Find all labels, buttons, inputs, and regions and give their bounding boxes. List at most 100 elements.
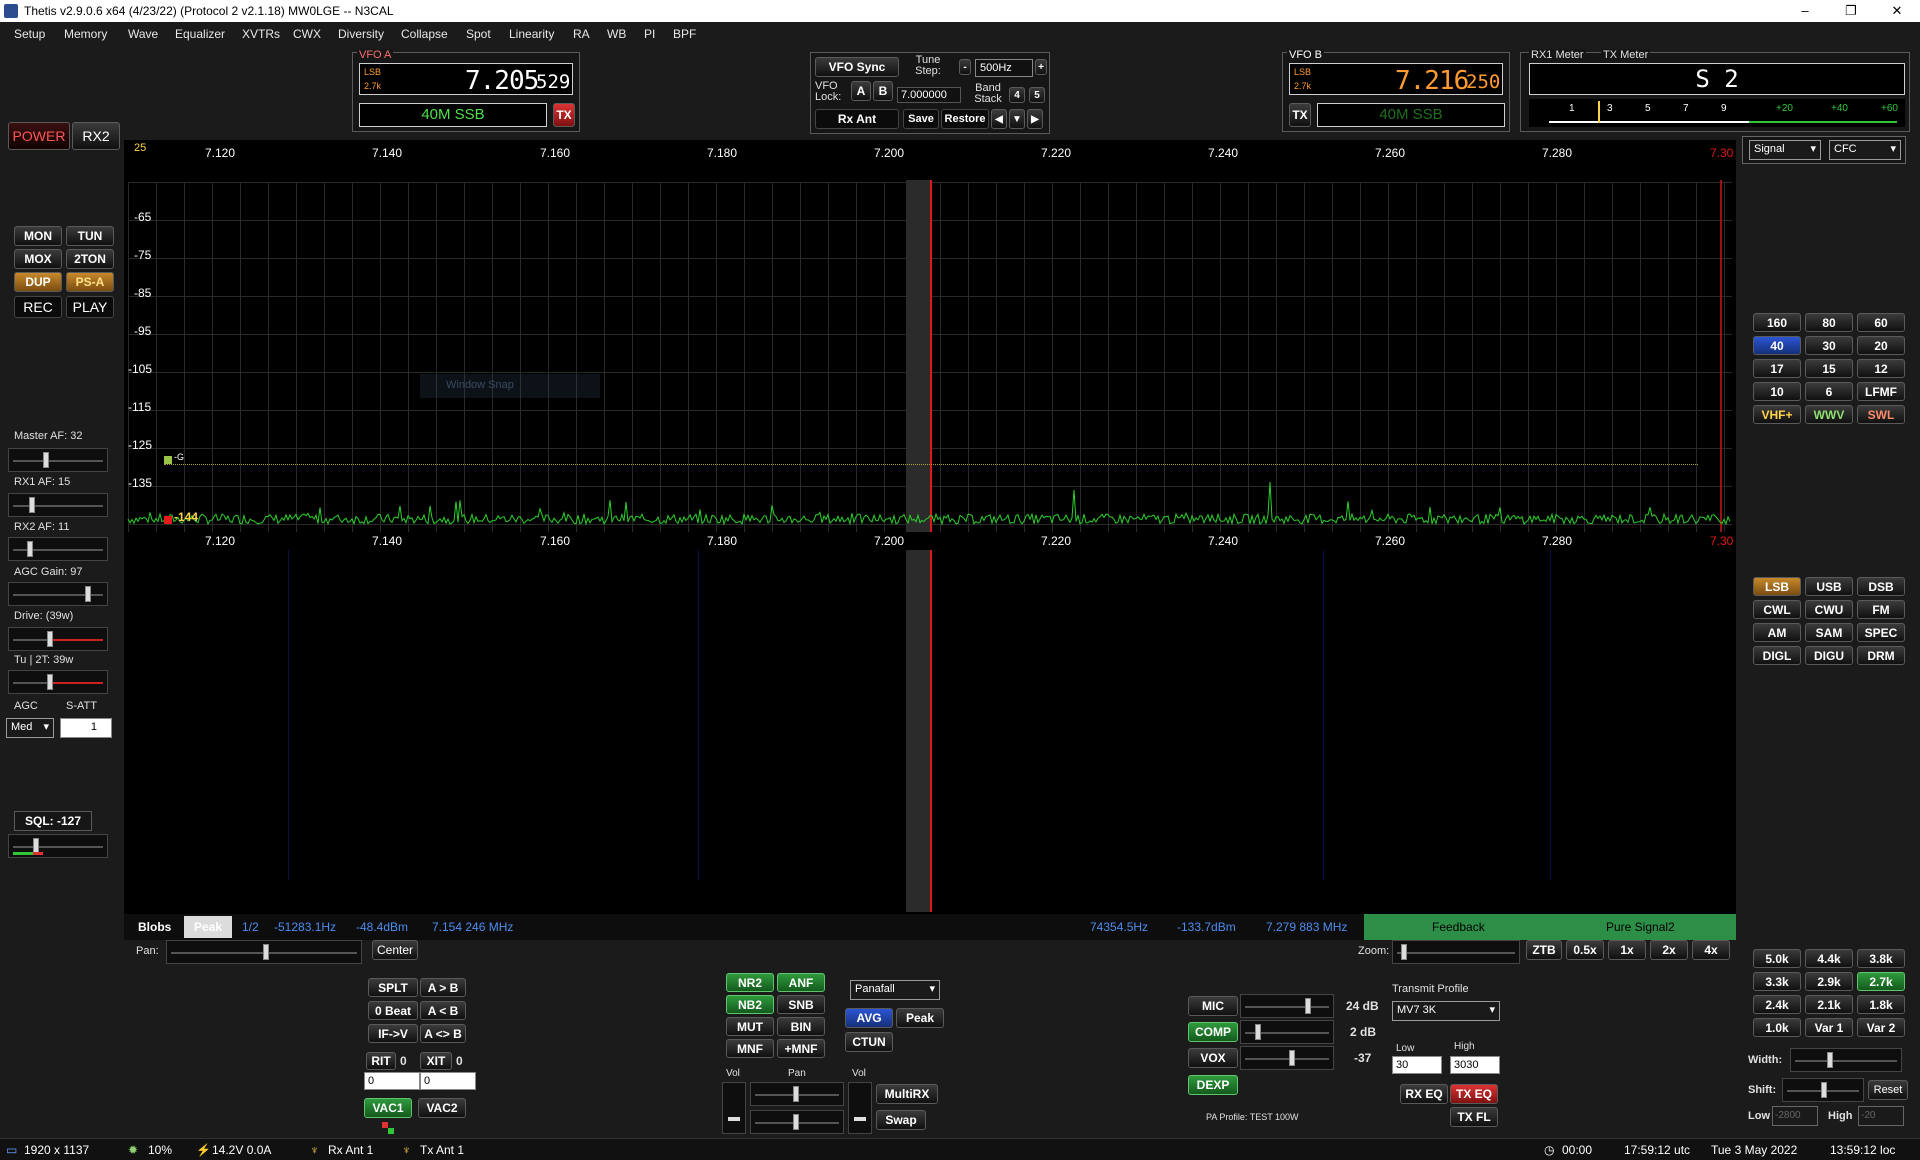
- menu-wb[interactable]: WB: [607, 27, 626, 41]
- tx-high-stepper[interactable]: 3030: [1450, 1056, 1500, 1074]
- nr2-button[interactable]: NR2: [726, 973, 774, 992]
- b-to-a-button[interactable]: A < B: [420, 1001, 466, 1020]
- menu-collapse[interactable]: Collapse: [401, 27, 448, 41]
- tune-step-plus[interactable]: +: [1035, 59, 1047, 75]
- shift-slider[interactable]: [1782, 1078, 1864, 1102]
- filter-1-8k[interactable]: 1.8k: [1857, 995, 1905, 1014]
- mode-lsb[interactable]: LSB: [1753, 577, 1801, 596]
- plus-mnf-button[interactable]: +MNF: [777, 1039, 825, 1058]
- tun-button[interactable]: TUN: [66, 226, 114, 246]
- noise-floor-marker[interactable]: [164, 516, 172, 524]
- filter-5k[interactable]: 5.0k: [1753, 949, 1801, 968]
- width-slider[interactable]: [1790, 1048, 1902, 1072]
- rx-ant-button[interactable]: Rx Ant: [815, 109, 899, 129]
- filter-var1[interactable]: Var 1: [1805, 1018, 1853, 1037]
- band-stack-prev[interactable]: ◀: [991, 109, 1007, 129]
- zoom-4x-button[interactable]: 4x: [1692, 940, 1730, 960]
- close-button[interactable]: ✕: [1874, 0, 1920, 22]
- band-40[interactable]: 40: [1753, 336, 1801, 355]
- peak-button[interactable]: Peak: [896, 1008, 944, 1028]
- dexp-button[interactable]: DEXP: [1188, 1075, 1238, 1095]
- band-wwv[interactable]: WWV: [1805, 405, 1853, 424]
- band-stack-down[interactable]: ▼: [1009, 109, 1025, 129]
- band-17[interactable]: 17: [1753, 359, 1801, 378]
- agc-mode-select[interactable]: Med: [6, 718, 54, 738]
- peak-toggle[interactable]: Peak: [184, 916, 232, 938]
- vfo-a-display[interactable]: LSB 2.7k 7.205 529: [359, 63, 573, 96]
- mnf-button[interactable]: MNF: [726, 1039, 774, 1058]
- xit-stepper[interactable]: 0: [420, 1072, 476, 1090]
- mic-gain-slider[interactable]: [1240, 994, 1334, 1018]
- menu-cwx[interactable]: CWX: [293, 27, 321, 41]
- mode-am[interactable]: AM: [1753, 623, 1801, 642]
- mode-spec[interactable]: SPEC: [1857, 623, 1905, 642]
- two-tone-button[interactable]: 2TON: [66, 249, 114, 269]
- a-to-b-button[interactable]: A > B: [420, 978, 466, 997]
- waterfall[interactable]: [128, 550, 1732, 912]
- band-60[interactable]: 60: [1857, 313, 1905, 332]
- rx2-vol-slider[interactable]: [848, 1082, 872, 1134]
- mox-button[interactable]: MOX: [14, 249, 62, 269]
- filter-high-input[interactable]: -20: [1858, 1106, 1904, 1126]
- mon-button[interactable]: MON: [14, 226, 62, 246]
- mode-drm[interactable]: DRM: [1857, 646, 1905, 665]
- mode-digl[interactable]: DIGL: [1753, 646, 1801, 665]
- rx1-pan-slider[interactable]: [750, 1082, 844, 1106]
- vox-slider[interactable]: [1240, 1046, 1334, 1070]
- band-15[interactable]: 15: [1805, 359, 1853, 378]
- menu-xvtrs[interactable]: XVTRs: [242, 27, 280, 41]
- snb-button[interactable]: SNB: [777, 995, 825, 1014]
- rit-button[interactable]: RIT: [366, 1052, 396, 1070]
- filter-3-3k[interactable]: 3.3k: [1753, 972, 1801, 991]
- filter-2-9k[interactable]: 2.9k: [1805, 972, 1853, 991]
- menu-spot[interactable]: Spot: [466, 27, 491, 41]
- band-stack-next[interactable]: ▶: [1027, 109, 1043, 129]
- filter-4-4k[interactable]: 4.4k: [1805, 949, 1853, 968]
- tx-low-stepper[interactable]: 30: [1392, 1056, 1442, 1074]
- tune-step-value[interactable]: 500Hz: [975, 59, 1033, 77]
- split-button[interactable]: SPLT: [368, 978, 418, 997]
- band-20[interactable]: 20: [1857, 336, 1905, 355]
- zoom-1x-button[interactable]: 1x: [1608, 940, 1646, 960]
- mode-usb[interactable]: USB: [1805, 577, 1853, 596]
- rec-button[interactable]: REC: [14, 296, 62, 318]
- tx-meter-label[interactable]: TX Meter: [1601, 49, 1651, 61]
- rx1-vol-slider[interactable]: [722, 1082, 746, 1134]
- sql-slider[interactable]: [8, 834, 108, 858]
- band-10[interactable]: 10: [1753, 382, 1801, 401]
- mode-digu[interactable]: DIGU: [1805, 646, 1853, 665]
- swap-ab-button[interactable]: A <> B: [420, 1024, 466, 1043]
- vfo-lock-b[interactable]: B: [873, 81, 893, 101]
- drive-slider[interactable]: [8, 627, 108, 651]
- display-area[interactable]: 25 -G Window Snap -65 -75 -85 -95 -105 -…: [124, 140, 1736, 940]
- vac1-button[interactable]: VAC1: [364, 1098, 412, 1118]
- tx-eq-button[interactable]: TX EQ: [1450, 1084, 1498, 1104]
- band-lfmf[interactable]: LFMF: [1857, 382, 1905, 401]
- comp-slider[interactable]: [1240, 1020, 1334, 1044]
- vfo-sync-button[interactable]: VFO Sync: [815, 57, 899, 77]
- vfo-b-tx-button[interactable]: TX: [1289, 103, 1311, 127]
- menu-ra[interactable]: RA: [573, 27, 590, 41]
- vfo-a-tx-button[interactable]: TX: [553, 103, 575, 127]
- filter-low-input[interactable]: -2800: [1772, 1106, 1818, 1126]
- rx-eq-button[interactable]: RX EQ: [1400, 1084, 1448, 1104]
- if-to-v-button[interactable]: IF->V: [368, 1024, 418, 1043]
- rx2-pan-slider[interactable]: [750, 1110, 844, 1134]
- mode-fm[interactable]: FM: [1857, 600, 1905, 619]
- comp-button[interactable]: COMP: [1188, 1022, 1238, 1042]
- band-stack-count[interactable]: 5: [1029, 87, 1045, 103]
- filter-2-1k[interactable]: 2.1k: [1805, 995, 1853, 1014]
- multirx-button[interactable]: MultiRX: [876, 1084, 938, 1104]
- ztb-button[interactable]: ZTB: [1526, 940, 1562, 960]
- restore-vfo-button[interactable]: Restore: [941, 109, 989, 129]
- filter-1k[interactable]: 1.0k: [1753, 1018, 1801, 1037]
- band-stack-index[interactable]: 4: [1009, 87, 1025, 103]
- blobs-toggle[interactable]: Blobs: [138, 920, 171, 934]
- band-6[interactable]: 6: [1805, 382, 1853, 401]
- swap-button[interactable]: Swap: [876, 1110, 926, 1130]
- master-af-slider[interactable]: [8, 448, 108, 472]
- zero-beat-button[interactable]: 0 Beat: [368, 1001, 418, 1020]
- zoom-slider[interactable]: [1392, 940, 1520, 964]
- vfo-b-display[interactable]: LSB 2.7k 7.216 250: [1289, 63, 1503, 96]
- anf-button[interactable]: ANF: [777, 973, 825, 992]
